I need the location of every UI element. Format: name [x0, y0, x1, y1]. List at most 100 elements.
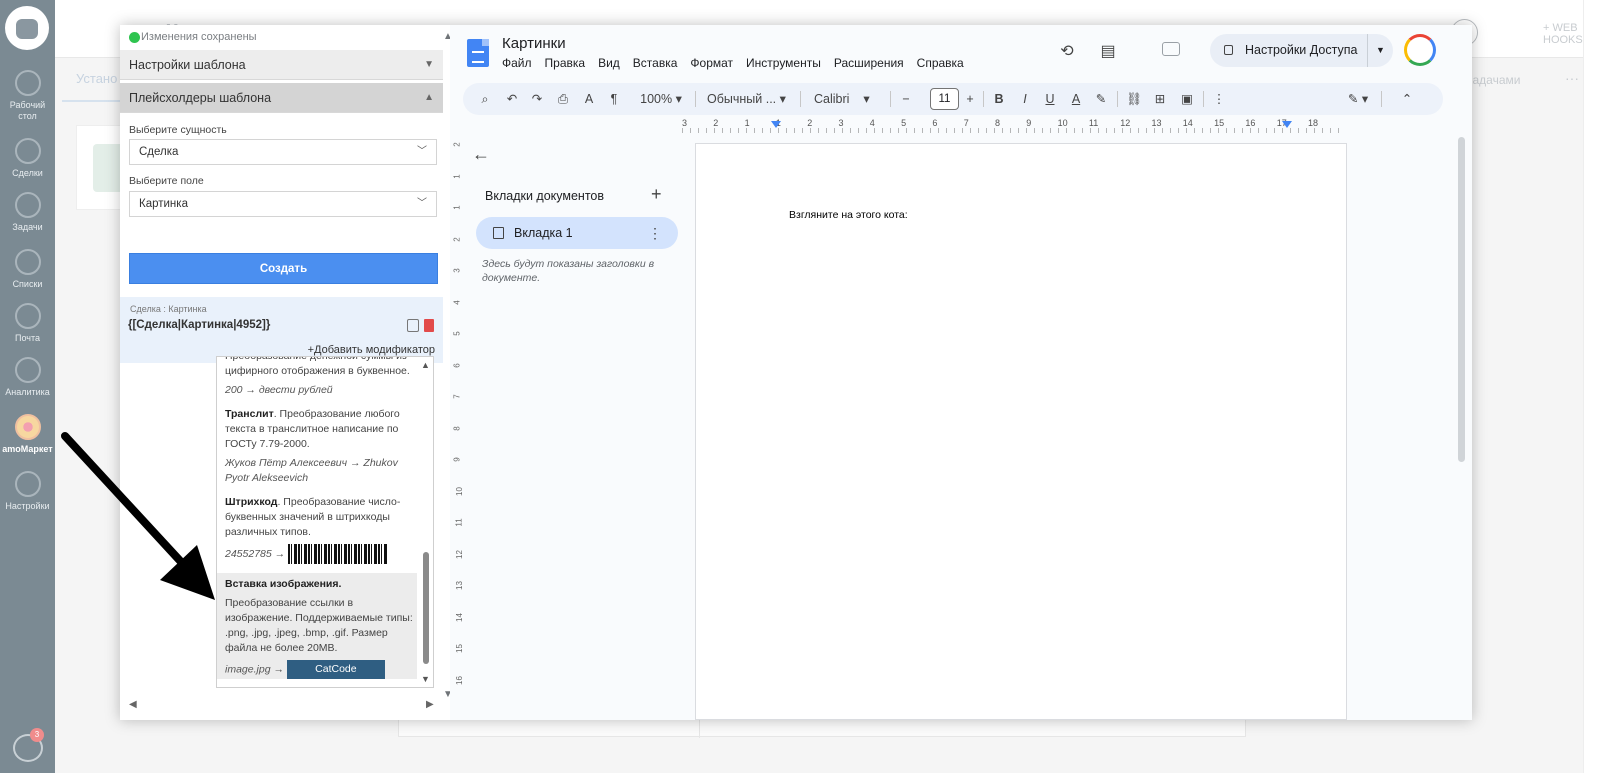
document-page[interactable]: Взгляните на этого кота:	[695, 143, 1347, 720]
share-button[interactable]: Настройки Доступа ▼	[1210, 34, 1393, 67]
barcode-image	[288, 544, 389, 564]
modifier-translit[interactable]: Транслит. Преобразование любого текста в…	[225, 407, 417, 452]
modifier-barcode[interactable]: Штрихкод. Преобразование число-буквенных…	[225, 495, 417, 540]
dollar-icon	[14, 138, 41, 164]
amo-logo[interactable]	[5, 6, 49, 50]
placeholder-card: Сделка : Картинка {[Сделка|Картинка|4952…	[120, 297, 443, 363]
modifier-image-title: Вставка изображения	[225, 578, 339, 590]
triangle-down-icon: ▼	[424, 59, 434, 70]
comments-icon[interactable]: ▤	[1097, 41, 1119, 61]
decrease-font-icon[interactable]: −	[899, 83, 913, 115]
entity-select[interactable]: Сделка ﹀	[129, 139, 437, 165]
search-menus-icon[interactable]: ⌕	[477, 83, 493, 115]
document-body-text[interactable]: Взгляните на этого кота:	[789, 209, 908, 221]
menu-help[interactable]: Справка	[917, 56, 964, 70]
print-icon[interactable]: ⎙	[554, 83, 572, 115]
scroll-right-icon[interactable]: ▶	[426, 699, 434, 710]
link-icon[interactable]: ⛓	[1125, 83, 1143, 115]
accordion-template-settings[interactable]: Настройки шаблона ▼	[120, 50, 443, 80]
google-docs-icon[interactable]	[467, 39, 489, 67]
tab-document-1[interactable]: Вкладка 1 ⋮	[476, 217, 678, 249]
placeholder-code: {[Сделка|Картинка|4952]}	[128, 319, 271, 331]
ruler-ticks	[682, 128, 1342, 133]
scroll-up-icon[interactable]: ▲	[421, 360, 430, 370]
ruler-v-tick-label: 16	[454, 675, 464, 685]
add-modifier-button[interactable]: +Добавить модификатор	[308, 344, 435, 356]
undo-icon[interactable]: ↶	[504, 83, 520, 115]
nav-settings[interactable]: Настройки	[0, 471, 55, 512]
ruler-v-tick-label: 14	[454, 612, 464, 622]
share-dropdown-icon[interactable]: ▼	[1367, 34, 1393, 67]
menu-insert[interactable]: Вставка	[633, 56, 678, 70]
entity-select-value: Сделка	[139, 146, 179, 158]
italic-icon[interactable]: I	[1018, 83, 1032, 115]
menu-extensions[interactable]: Расширения	[834, 56, 904, 70]
paint-format-icon[interactable]: ¶	[606, 83, 622, 115]
menu-file[interactable]: Файл	[502, 56, 532, 70]
modifier-list-scrollbar[interactable]: ▲ ▼	[418, 356, 435, 688]
spellcheck-icon[interactable]: A	[581, 83, 597, 115]
docs-menu-bar: Файл Правка Вид Вставка Формат Инструмен…	[502, 56, 964, 70]
menu-view[interactable]: Вид	[598, 56, 620, 70]
editing-mode-icon[interactable]: ✎ ▾	[1343, 83, 1373, 115]
amo-tab-tasks[interactable]: задачами	[1467, 73, 1520, 87]
tab-more-icon[interactable]: ⋮	[648, 217, 662, 249]
amo-more-icon[interactable]: ···	[1565, 70, 1579, 86]
document-scrollbar[interactable]	[1458, 137, 1465, 462]
scroll-left-icon[interactable]: ◀	[129, 699, 137, 710]
text-color-icon[interactable]: A	[1068, 83, 1084, 115]
more-options-icon[interactable]: ⋮	[1212, 83, 1226, 115]
ruler-h-tick-label: 10	[1057, 118, 1068, 128]
amo-page-scrollbar[interactable]	[1583, 0, 1600, 773]
trash-icon[interactable]	[424, 319, 434, 332]
nav-analytics[interactable]: Аналитика	[0, 357, 55, 398]
ruler-h-tick-label: 13	[1151, 118, 1162, 128]
zoom-select[interactable]: 100% ▾	[635, 83, 687, 115]
nav-tasks[interactable]: Задачи	[0, 192, 55, 233]
insert-image-icon[interactable]: ▣	[1178, 83, 1196, 115]
nav-amomarket[interactable]: amoМаркет	[0, 414, 55, 455]
font-value: Calibri	[814, 92, 850, 106]
nav-lists[interactable]: Списки	[0, 249, 55, 290]
document-title[interactable]: Картинки	[502, 35, 566, 52]
underline-icon[interactable]: U	[1043, 83, 1057, 115]
create-button[interactable]: Создать	[129, 253, 438, 284]
menu-edit[interactable]: Правка	[545, 56, 586, 70]
menu-tools[interactable]: Инструменты	[746, 56, 821, 70]
toolbar-divider	[1203, 91, 1204, 107]
add-tab-icon[interactable]: +	[651, 184, 662, 205]
collapse-menu-icon[interactable]: ⌃	[1398, 83, 1416, 115]
left-indent-marker-icon[interactable]	[771, 121, 781, 128]
right-indent-marker-icon[interactable]	[1282, 121, 1292, 128]
menu-format[interactable]: Формат	[690, 56, 733, 70]
scroll-down-icon[interactable]: ▼	[421, 674, 430, 684]
style-select[interactable]: Обычный ... ▾	[707, 83, 793, 115]
modifier-image-text: Преобразование ссылки в изображение. Под…	[225, 597, 413, 654]
redo-icon[interactable]: ↷	[529, 83, 545, 115]
nav-leads[interactable]: Сделки	[0, 138, 55, 179]
nav-amomarket-label: amoМаркет	[2, 444, 53, 454]
back-arrow-icon[interactable]: ←	[472, 144, 490, 165]
font-select[interactable]: Calibri ▾	[814, 83, 882, 115]
avatar[interactable]	[1404, 34, 1436, 66]
annotation-arrow-icon	[61, 432, 215, 600]
scroll-thumb[interactable]	[423, 552, 429, 664]
font-size-input[interactable]: 11	[930, 88, 959, 110]
field-select[interactable]: Картинка ﹀	[129, 191, 437, 217]
ruler-v-tick-label: 8	[452, 425, 462, 431]
history-icon[interactable]: ⟲	[1056, 41, 1078, 61]
bold-icon[interactable]: B	[992, 83, 1006, 115]
copy-icon[interactable]	[407, 319, 419, 332]
nav-mail[interactable]: Почта	[0, 303, 55, 344]
amo-tab-settings[interactable]: Устано	[76, 71, 117, 86]
ruler-h-tick-label: 8	[995, 118, 1001, 128]
modifier-barcode-example-row: 24552785 →	[225, 544, 417, 564]
meet-video-icon[interactable]	[1162, 42, 1180, 56]
nav-dashboard[interactable]: Рабочий стол	[0, 70, 55, 122]
accordion-template-placeholders[interactable]: Плейсхолдеры шаблона ▲	[120, 83, 443, 113]
field-label: Выберите поле	[129, 175, 204, 187]
modifier-image[interactable]: Вставка изображения. Преобразование ссыл…	[217, 573, 417, 679]
highlight-icon[interactable]: ✎	[1093, 83, 1109, 115]
increase-font-icon[interactable]: +	[963, 83, 977, 115]
add-comment-icon[interactable]: ⊞	[1151, 83, 1169, 115]
